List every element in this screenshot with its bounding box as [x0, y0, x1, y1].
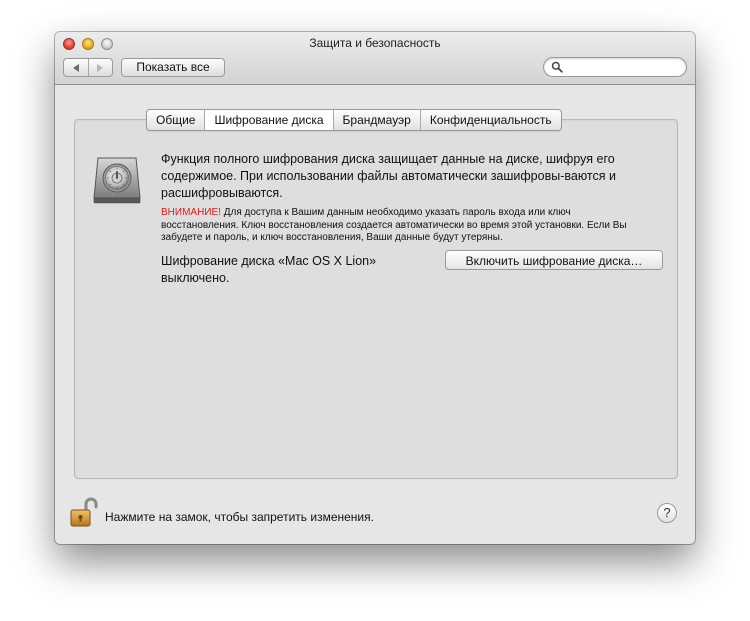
disk-encryption-icon [93, 157, 141, 204]
window-title: Защита и безопасность [309, 36, 441, 50]
search-field[interactable] [543, 57, 687, 77]
filevault-warning: ВНИМАНИЕ! Для доступа к Вашим данным нео… [161, 207, 651, 245]
search-icon [551, 61, 563, 73]
tab-general[interactable]: Общие [147, 110, 204, 130]
preferences-window: Защита и безопасность Показать все Общие… [55, 32, 695, 544]
filevault-description: Функция полного шифрования диска защищае… [161, 152, 616, 200]
search-input[interactable] [564, 59, 679, 74]
title-bar[interactable]: Защита и безопасность Показать все [55, 32, 695, 85]
back-button[interactable] [64, 59, 88, 76]
tab-bar: Общие Шифрование диска Брандмауэр Конфид… [146, 109, 562, 131]
back-forward-control [63, 58, 113, 77]
show-all-button[interactable]: Показать все [121, 58, 225, 77]
filevault-status: Шифрование диска «Mac OS X Lion» выключе… [161, 254, 377, 285]
lock-instruction: Нажмите на замок, чтобы запретить измене… [105, 510, 374, 524]
enable-filevault-button[interactable]: Включить шифрование диска… [445, 250, 663, 270]
lock-open-icon[interactable] [69, 496, 101, 528]
tab-firewall[interactable]: Брандмауэр [332, 110, 420, 130]
warning-text: Для доступа к Вашим данным необходимо ук… [161, 207, 627, 243]
help-button[interactable]: ? [657, 503, 677, 523]
tab-filevault[interactable]: Шифрование диска [204, 110, 333, 130]
back-arrow-icon [72, 63, 79, 72]
tab-privacy[interactable]: Конфиденциальность [419, 110, 561, 130]
forward-arrow-icon [97, 63, 104, 72]
forward-button[interactable] [87, 59, 113, 76]
warning-label: ВНИМАНИЕ! [161, 207, 221, 218]
